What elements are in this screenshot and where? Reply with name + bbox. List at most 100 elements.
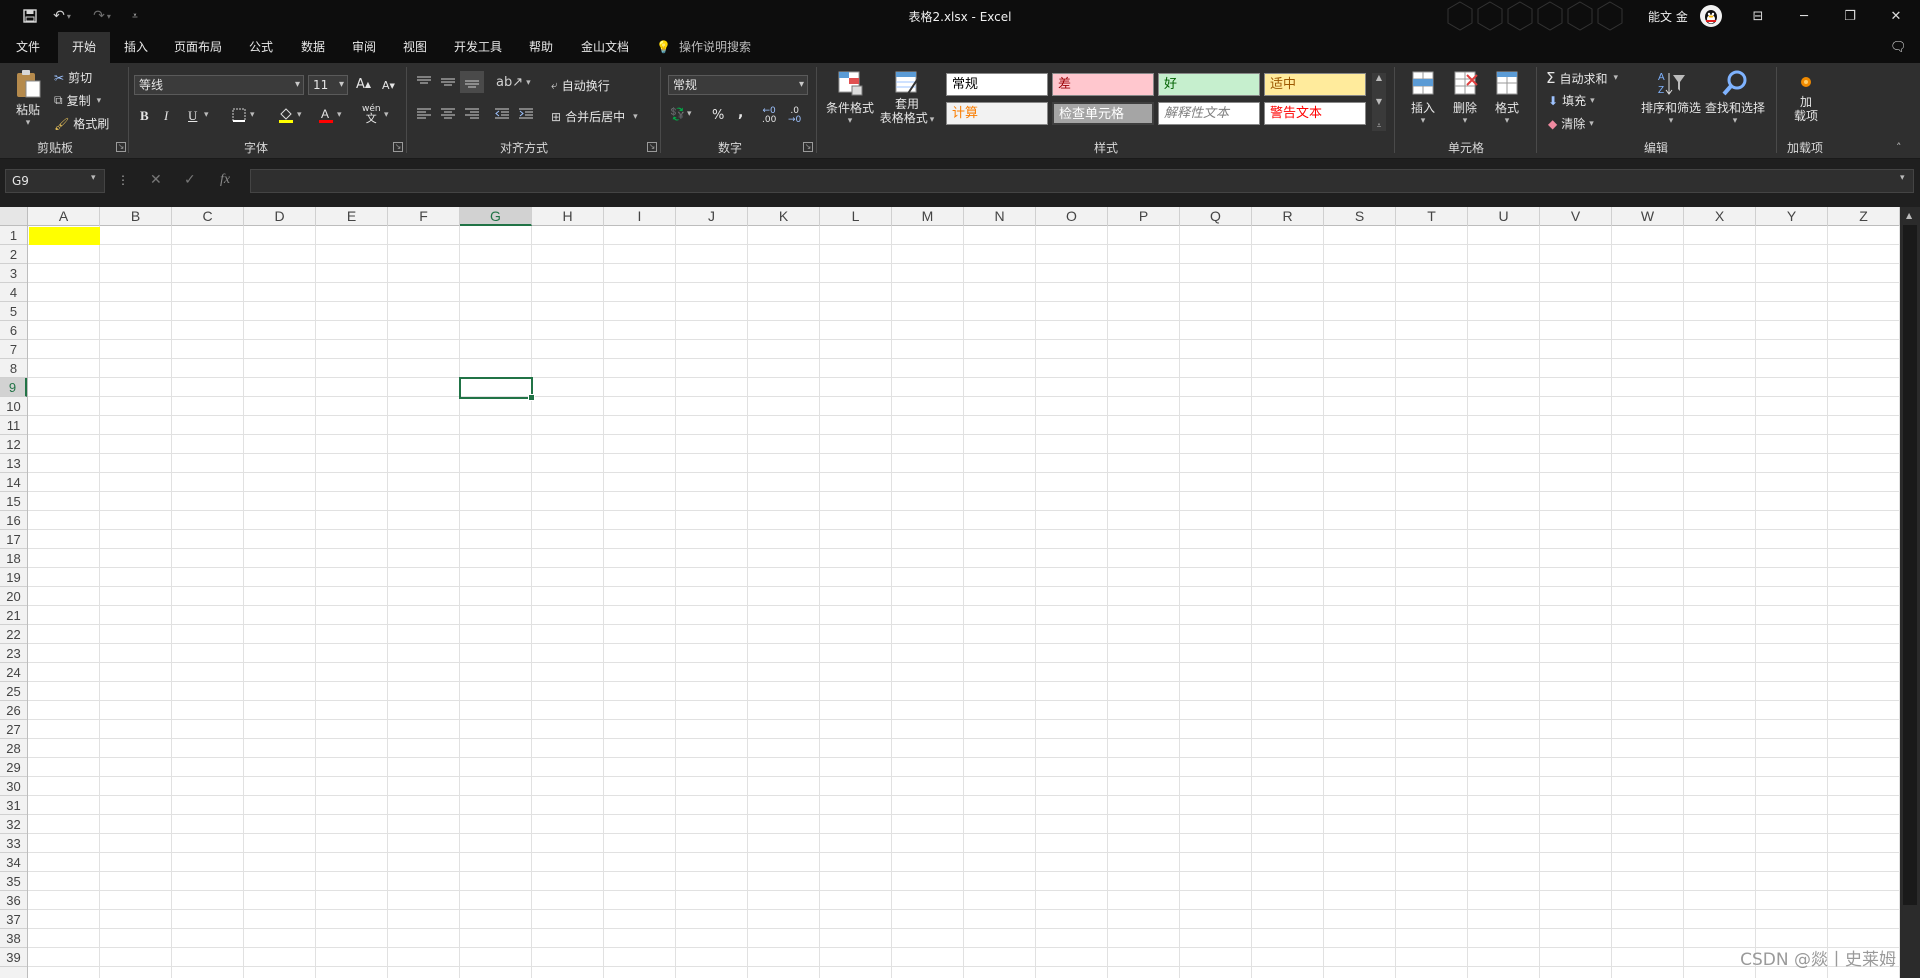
row-header-2[interactable]: 2 <box>0 245 27 264</box>
row-header-13[interactable]: 13 <box>0 454 27 473</box>
number-format-dropdown[interactable]: 常规 <box>668 75 808 95</box>
row-header-29[interactable]: 29 <box>0 758 27 777</box>
column-header-i[interactable]: I <box>604 207 676 226</box>
font-color-icon[interactable]: A ▾ <box>318 107 342 123</box>
sort-filter-button[interactable]: AZ 排序和筛选 ▾ <box>1640 69 1702 126</box>
row-header-7[interactable]: 7 <box>0 340 27 359</box>
underline-button[interactable]: U <box>188 108 197 124</box>
row-header-9[interactable]: 9 <box>0 378 27 397</box>
tell-me-search[interactable]: 💡 操作说明搜索 <box>656 32 766 63</box>
row-header-33[interactable]: 33 <box>0 834 27 853</box>
increase-indent-icon[interactable] <box>518 107 534 121</box>
align-bottom-icon[interactable] <box>460 71 484 93</box>
column-header-k[interactable]: K <box>748 207 820 226</box>
copy-button[interactable]: ⧉ 复制 ▾ <box>54 92 101 109</box>
column-header-y[interactable]: Y <box>1756 207 1828 226</box>
font-name-dropdown[interactable]: 等线 <box>134 75 304 95</box>
column-header-j[interactable]: J <box>676 207 748 226</box>
row-header-11[interactable]: 11 <box>0 416 27 435</box>
row-header-17[interactable]: 17 <box>0 530 27 549</box>
column-header-b[interactable]: B <box>100 207 172 226</box>
column-header-f[interactable]: F <box>388 207 460 226</box>
column-header-u[interactable]: U <box>1468 207 1540 226</box>
row-header-35[interactable]: 35 <box>0 872 27 891</box>
row-header-18[interactable]: 18 <box>0 549 27 568</box>
accounting-format-icon[interactable]: 💱 ▾ <box>670 107 691 121</box>
column-header-a[interactable]: A <box>28 207 100 226</box>
column-header-t[interactable]: T <box>1396 207 1468 226</box>
align-top-icon[interactable] <box>416 75 432 89</box>
row-header-12[interactable]: 12 <box>0 435 27 454</box>
insert-function-icon[interactable]: fx <box>220 172 230 188</box>
tab-view[interactable]: 视图 <box>390 32 440 63</box>
comma-style-button[interactable]: , <box>738 105 743 121</box>
column-header-h[interactable]: H <box>532 207 604 226</box>
column-header-z[interactable]: Z <box>1828 207 1900 226</box>
column-header-s[interactable]: S <box>1324 207 1396 226</box>
row-header-28[interactable]: 28 <box>0 739 27 758</box>
tab-data[interactable]: 数据 <box>288 32 338 63</box>
clear-button[interactable]: ◆ 清除 ▾ <box>1548 115 1594 132</box>
tab-review[interactable]: 审阅 <box>340 32 388 63</box>
scroll-up-icon[interactable]: ▲ <box>1906 211 1912 220</box>
row-header-6[interactable]: 6 <box>0 321 27 340</box>
row-header-27[interactable]: 27 <box>0 720 27 739</box>
column-header-r[interactable]: R <box>1252 207 1324 226</box>
user-name[interactable]: 能文 金 <box>1648 8 1688 25</box>
align-left-icon[interactable] <box>416 107 432 121</box>
font-size-dropdown[interactable]: 11 <box>308 75 348 95</box>
format-painter-button[interactable]: 🖌 格式刷 <box>54 115 109 132</box>
row-header-38[interactable]: 38 <box>0 929 27 948</box>
comments-icon[interactable]: 🗨 <box>1890 40 1907 55</box>
borders-icon[interactable]: ▾ <box>232 108 255 122</box>
autosum-button[interactable]: Σ 自动求和 ▾ <box>1546 69 1618 87</box>
phonetic-dropdown-icon[interactable]: ▾ <box>384 110 389 120</box>
style-check-cell[interactable]: 检查单元格 <box>1052 102 1154 125</box>
gallery-scroll[interactable]: ▲ ▼ ⩡ <box>1372 73 1386 131</box>
merge-center-button[interactable]: ⊞ 合并后居中 ▾ <box>551 108 638 125</box>
style-neutral[interactable]: 适中 <box>1264 73 1366 96</box>
shrink-font-icon[interactable]: A ▼ <box>382 79 395 92</box>
decrease-indent-icon[interactable] <box>494 107 510 121</box>
italic-button[interactable]: I <box>164 108 168 124</box>
cell-grid[interactable] <box>28 226 1900 978</box>
find-select-button[interactable]: 查找和选择 ▾ <box>1704 69 1766 126</box>
row-header-23[interactable]: 23 <box>0 644 27 663</box>
formula-input[interactable] <box>250 169 1914 193</box>
column-header-x[interactable]: X <box>1684 207 1756 226</box>
align-center-icon[interactable] <box>440 107 456 121</box>
more-options-icon[interactable]: ⋮ <box>117 173 129 187</box>
style-good[interactable]: 好 <box>1158 73 1260 96</box>
row-header-15[interactable]: 15 <box>0 492 27 511</box>
row-header-30[interactable]: 30 <box>0 777 27 796</box>
phonetic-icon[interactable]: wén 文 <box>362 105 381 125</box>
tab-developer[interactable]: 开发工具 <box>442 32 514 63</box>
tab-home[interactable]: 开始 <box>58 32 110 63</box>
column-header-n[interactable]: N <box>964 207 1036 226</box>
row-header-37[interactable]: 37 <box>0 910 27 929</box>
paste-button[interactable]: 粘贴 ▾ <box>10 69 46 137</box>
row-header-39[interactable]: 39 <box>0 948 27 967</box>
row-header-31[interactable]: 31 <box>0 796 27 815</box>
row-header-34[interactable]: 34 <box>0 853 27 872</box>
select-all-corner[interactable] <box>0 207 28 226</box>
tab-insert[interactable]: 插入 <box>112 32 160 63</box>
percent-style-button[interactable]: % <box>712 108 724 123</box>
style-warning-text[interactable]: 警告文本 <box>1264 102 1366 125</box>
column-header-o[interactable]: O <box>1036 207 1108 226</box>
style-explanatory-text[interactable]: 解释性文本 <box>1158 102 1260 125</box>
row-header-3[interactable]: 3 <box>0 264 27 283</box>
tab-help[interactable]: 帮助 <box>516 32 566 63</box>
cancel-icon[interactable]: ✕ <box>150 172 162 188</box>
row-header-5[interactable]: 5 <box>0 302 27 321</box>
column-header-v[interactable]: V <box>1540 207 1612 226</box>
row-header-16[interactable]: 16 <box>0 511 27 530</box>
row-header-1[interactable]: 1 <box>0 226 27 245</box>
row-header-26[interactable]: 26 <box>0 701 27 720</box>
fill-button[interactable]: ⬇ 填充 ▾ <box>1548 92 1595 109</box>
column-header-q[interactable]: Q <box>1180 207 1252 226</box>
decrease-decimal-button[interactable]: .0 →0 <box>788 107 801 125</box>
avatar[interactable] <box>1700 5 1722 27</box>
tab-formulas[interactable]: 公式 <box>236 32 286 63</box>
row-header-14[interactable]: 14 <box>0 473 27 492</box>
